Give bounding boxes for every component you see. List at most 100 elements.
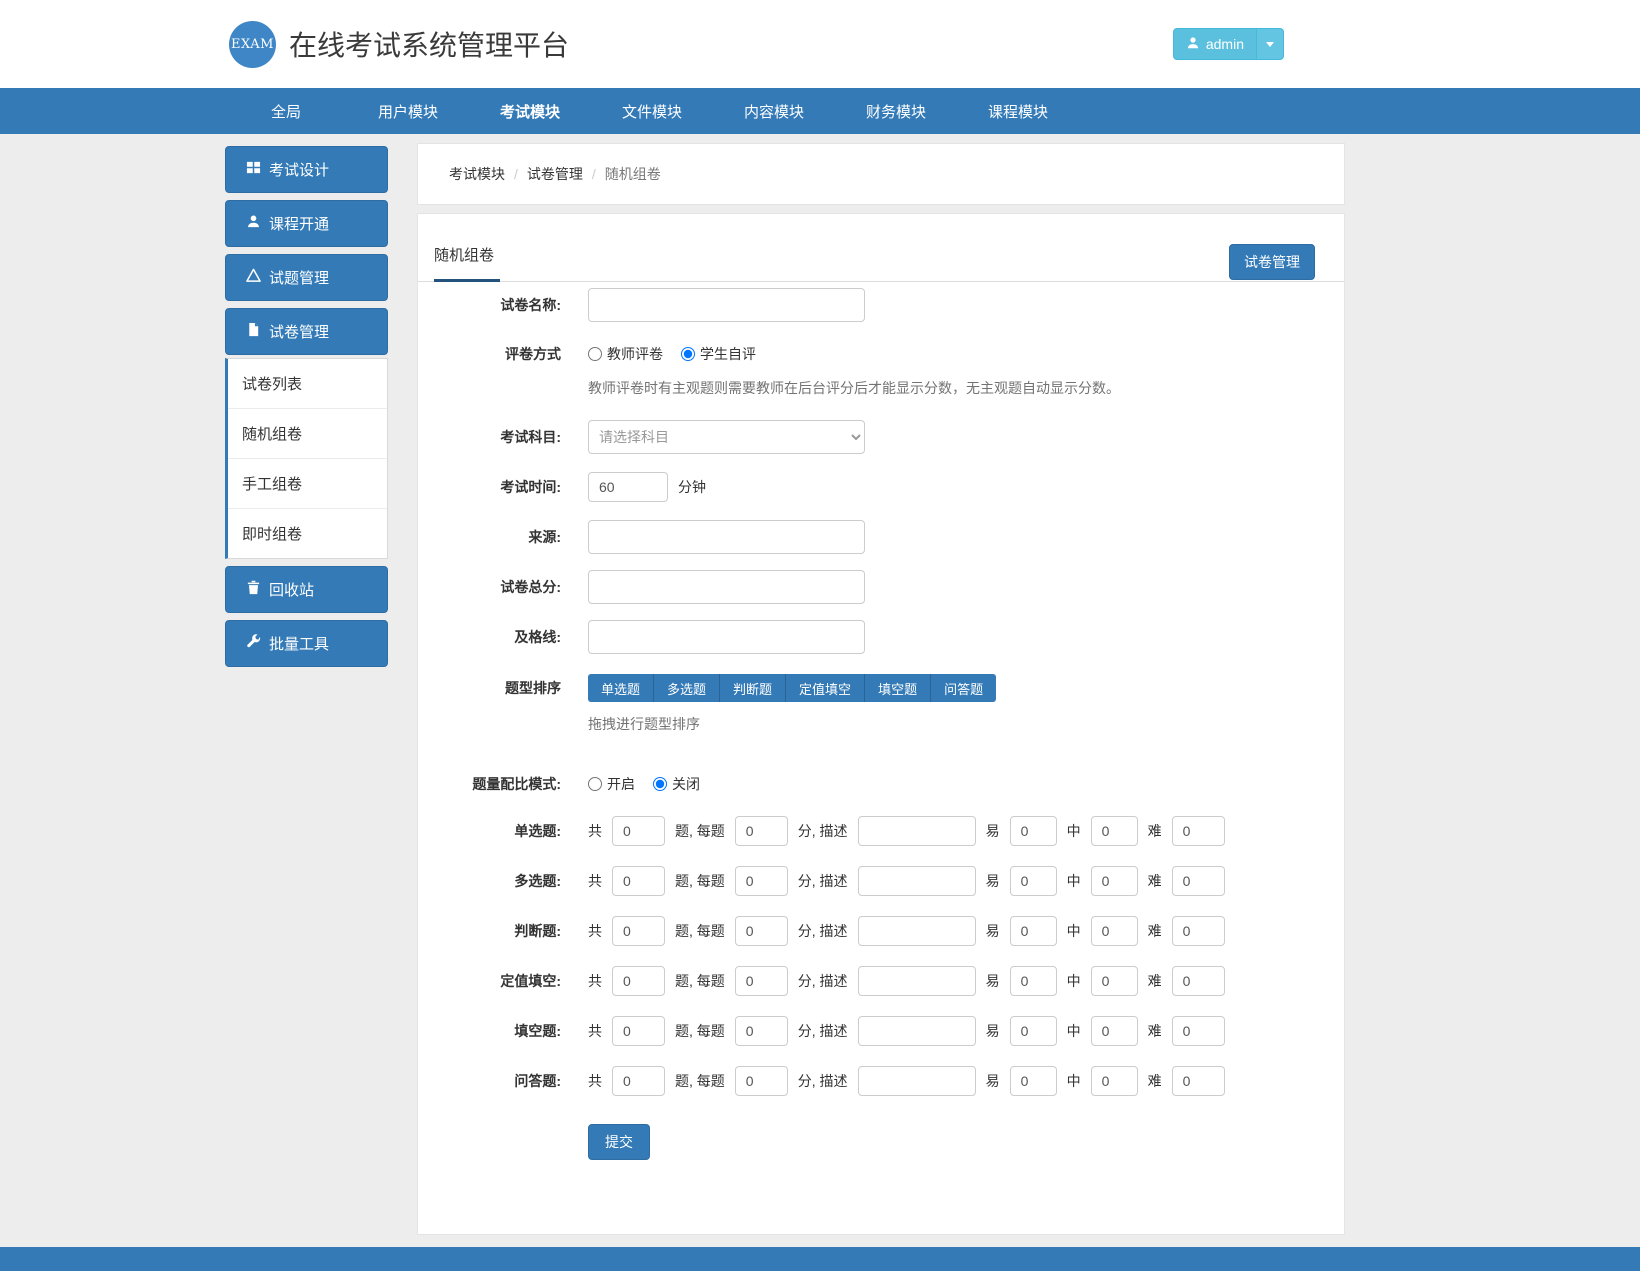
score-input[interactable] xyxy=(735,966,788,996)
hard-input[interactable] xyxy=(1172,916,1225,946)
count-input[interactable] xyxy=(612,1016,665,1046)
tab-random-assemble[interactable]: 随机组卷 xyxy=(434,235,500,282)
medium-input[interactable] xyxy=(1091,966,1138,996)
user-dropdown-button[interactable] xyxy=(1257,28,1284,60)
teacher-grading-radio-input[interactable] xyxy=(588,347,602,361)
sort-button-single-choice[interactable]: 单选题 xyxy=(588,674,654,702)
ratio-mode-on-radio-input[interactable] xyxy=(588,777,602,791)
submit-button[interactable]: 提交 xyxy=(588,1124,650,1160)
nav-item-finance-module[interactable]: 财务模块 xyxy=(835,88,957,134)
easy-input[interactable] xyxy=(1010,916,1057,946)
easy-input[interactable] xyxy=(1010,1016,1057,1046)
count-input[interactable] xyxy=(612,816,665,846)
description-input[interactable] xyxy=(858,966,976,996)
radio-label: 关闭 xyxy=(672,774,700,794)
user-button[interactable]: admin xyxy=(1173,28,1257,60)
easy-input[interactable] xyxy=(1010,1066,1057,1096)
ratio-mode-on-radio[interactable]: 开启 xyxy=(588,774,635,794)
medium-input[interactable] xyxy=(1091,1016,1138,1046)
score-input[interactable] xyxy=(735,816,788,846)
paper-name-input[interactable] xyxy=(588,288,865,322)
site-title: 在线考试系统管理平台 xyxy=(289,24,569,64)
submenu-item-instant-assemble[interactable]: 即时组卷 xyxy=(228,509,387,558)
breadcrumb-item-exam-module[interactable]: 考试模块 xyxy=(449,164,505,184)
medium-input[interactable] xyxy=(1091,816,1138,846)
hard-input[interactable] xyxy=(1172,1066,1225,1096)
ratio-mode-label: 题量配比模式: xyxy=(433,774,561,794)
easy-input[interactable] xyxy=(1010,816,1057,846)
subject-select[interactable]: 请选择科目 xyxy=(588,420,865,454)
question-row-label: 单选题: xyxy=(433,821,561,841)
nav-item-user-module[interactable]: 用户模块 xyxy=(347,88,469,134)
hard-input[interactable] xyxy=(1172,1016,1225,1046)
sidebar-item-exam-design[interactable]: 考试设计 xyxy=(225,146,388,193)
description-input[interactable] xyxy=(858,1016,976,1046)
count-input[interactable] xyxy=(612,916,665,946)
count-prefix: 共 xyxy=(588,821,602,841)
score-input[interactable] xyxy=(735,1066,788,1096)
count-suffix: 题, 每题 xyxy=(675,871,725,891)
sort-button-fixed-blank[interactable]: 定值填空 xyxy=(786,674,865,702)
score-suffix: 分, 描述 xyxy=(798,821,848,841)
student-self-grading-radio-input[interactable] xyxy=(681,347,695,361)
radio-label: 开启 xyxy=(607,774,635,794)
submenu-item-paper-list[interactable]: 试卷列表 xyxy=(228,359,387,409)
hard-input[interactable] xyxy=(1172,866,1225,896)
count-input[interactable] xyxy=(612,1066,665,1096)
score-suffix: 分, 描述 xyxy=(798,871,848,891)
easy-label: 易 xyxy=(986,871,1000,891)
sidebar-item-question-management[interactable]: 试题管理 xyxy=(225,254,388,301)
nav-item-course-module[interactable]: 课程模块 xyxy=(957,88,1079,134)
duration-input[interactable] xyxy=(588,472,668,502)
source-input[interactable] xyxy=(588,520,865,554)
score-input[interactable] xyxy=(735,1016,788,1046)
nav-item-global[interactable]: 全局 xyxy=(225,88,347,134)
sort-button-essay[interactable]: 问答题 xyxy=(931,674,996,702)
ratio-mode-off-radio[interactable]: 关闭 xyxy=(653,774,700,794)
question-row-label: 多选题: xyxy=(433,871,561,891)
medium-input[interactable] xyxy=(1091,916,1138,946)
sort-button-true-false[interactable]: 判断题 xyxy=(720,674,786,702)
total-score-input[interactable] xyxy=(588,570,865,604)
count-input[interactable] xyxy=(612,966,665,996)
source-row: 来源: xyxy=(433,520,1329,554)
hard-input[interactable] xyxy=(1172,816,1225,846)
medium-input[interactable] xyxy=(1091,1066,1138,1096)
submenu-item-random-assemble[interactable]: 随机组卷 xyxy=(228,409,387,459)
description-input[interactable] xyxy=(858,816,976,846)
hard-input[interactable] xyxy=(1172,966,1225,996)
sidebar-item-batch-tools[interactable]: 批量工具 xyxy=(225,620,388,667)
sort-button-multi-choice[interactable]: 多选题 xyxy=(654,674,720,702)
easy-input[interactable] xyxy=(1010,966,1057,996)
teacher-grading-radio[interactable]: 教师评卷 xyxy=(588,344,663,364)
count-prefix: 共 xyxy=(588,1071,602,1091)
paper-management-button[interactable]: 试卷管理 xyxy=(1229,244,1315,280)
sort-button-fill-blank[interactable]: 填空题 xyxy=(865,674,931,702)
content-area: 考试设计 课程开通 试题管理 试卷管理 试卷列表 随机组卷 手工组卷 即时组卷 xyxy=(0,134,1640,1247)
description-input[interactable] xyxy=(858,866,976,896)
score-input[interactable] xyxy=(735,866,788,896)
submenu-item-manual-assemble[interactable]: 手工组卷 xyxy=(228,459,387,509)
question-row-label: 填空题: xyxy=(433,1021,561,1041)
student-self-grading-radio[interactable]: 学生自评 xyxy=(681,344,756,364)
sidebar-item-label: 试题管理 xyxy=(269,267,329,288)
main-column: 考试模块 / 试卷管理 / 随机组卷 随机组卷 试卷管理 试卷名称: 评卷方式 xyxy=(417,143,1345,1235)
ratio-mode-off-radio-input[interactable] xyxy=(653,777,667,791)
breadcrumb-item-paper-management[interactable]: 试卷管理 xyxy=(527,164,583,184)
description-input[interactable] xyxy=(858,916,976,946)
score-input[interactable] xyxy=(735,916,788,946)
sidebar-item-recycle-bin[interactable]: 回收站 xyxy=(225,566,388,613)
sidebar-item-course-open[interactable]: 课程开通 xyxy=(225,200,388,247)
grading-help-text: 教师评卷时有主观题则需要教师在后台评分后才能显示分数，无主观题自动显示分数。 xyxy=(588,378,1329,398)
pass-line-input[interactable] xyxy=(588,620,865,654)
nav-item-content-module[interactable]: 内容模块 xyxy=(713,88,835,134)
user-icon xyxy=(1186,36,1200,53)
nav-item-file-module[interactable]: 文件模块 xyxy=(591,88,713,134)
easy-input[interactable] xyxy=(1010,866,1057,896)
grading-mode-label: 评卷方式 xyxy=(433,344,561,364)
count-input[interactable] xyxy=(612,866,665,896)
nav-item-exam-module[interactable]: 考试模块 xyxy=(469,88,591,134)
sidebar-item-paper-management[interactable]: 试卷管理 xyxy=(225,308,388,355)
description-input[interactable] xyxy=(858,1066,976,1096)
medium-input[interactable] xyxy=(1091,866,1138,896)
